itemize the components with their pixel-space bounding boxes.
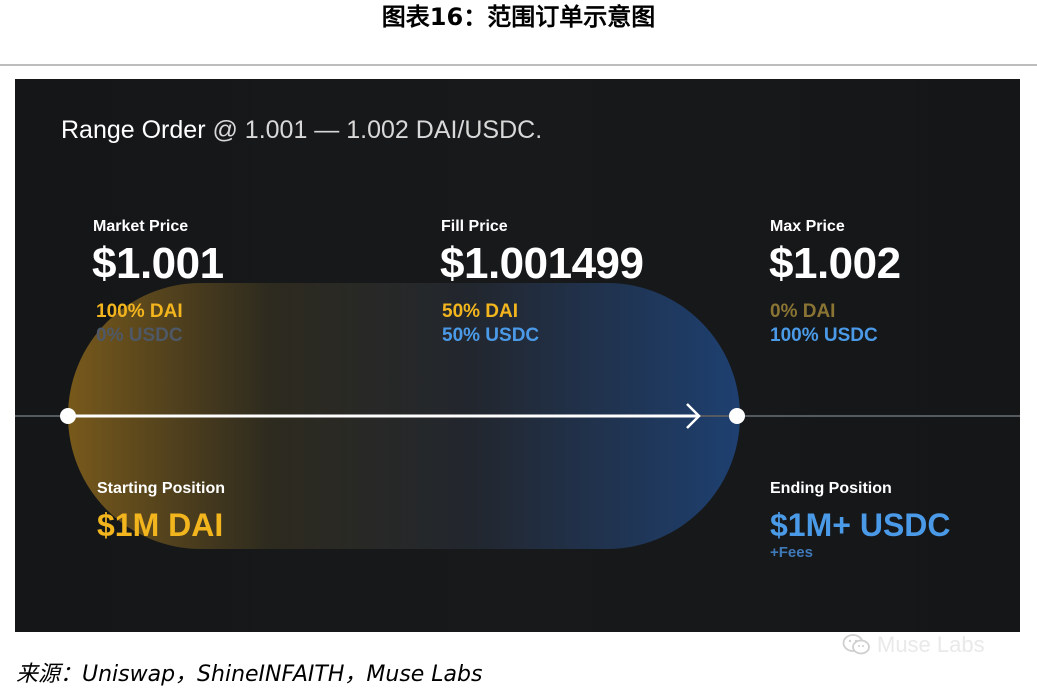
ending-position-label: Ending Position: [770, 480, 892, 497]
fill-usdc-pct: 50% USDC: [442, 325, 540, 346]
starting-position-value: $1M DAI: [97, 507, 224, 543]
fill-price-label: Fill Price: [441, 218, 508, 235]
fill-dai-pct: 50% DAI: [442, 301, 519, 322]
heading-detail: @ 1.001 — 1.002 DAI/USDC.: [205, 116, 543, 144]
max-price-label: Max Price: [770, 218, 845, 235]
starting-position-label: Starting Position: [97, 480, 225, 497]
watermark-text: Muse Labs: [877, 632, 985, 657]
max-price-value: $1.002: [769, 239, 901, 288]
title-divider: [0, 64, 1037, 66]
market-price-value: $1.001: [92, 239, 224, 288]
wechat-icon: [842, 634, 870, 655]
ending-fees-note: +Fees: [770, 544, 813, 561]
range-order-heading: Range Order @ 1.001 — 1.002 DAI/USDC.: [61, 116, 542, 145]
market-price-label: Market Price: [93, 218, 189, 235]
max-dai-pct: 0% DAI: [770, 301, 836, 322]
source-note: 来源：Uniswap，ShineINFAITH，Muse Labs: [16, 662, 483, 687]
market-usdc-pct: 0% USDC: [96, 325, 183, 346]
watermark: Muse Labs: [842, 632, 985, 658]
max-usdc-pct: 100% USDC: [770, 325, 878, 346]
end-dot: [729, 408, 745, 424]
fill-price-value: $1.001499: [440, 239, 644, 288]
heading-label: Range Order: [61, 116, 206, 144]
range-arrow-graphic: [60, 403, 745, 429]
start-dot: [60, 408, 76, 424]
range-order-panel: Range Order @ 1.001 — 1.002 DAI/USDC. Ma…: [15, 79, 1020, 632]
ending-position-value: $1M+ USDC: [770, 507, 951, 543]
figure-title: 图表16：范围订单示意图: [381, 3, 656, 31]
market-dai-pct: 100% DAI: [96, 301, 183, 322]
